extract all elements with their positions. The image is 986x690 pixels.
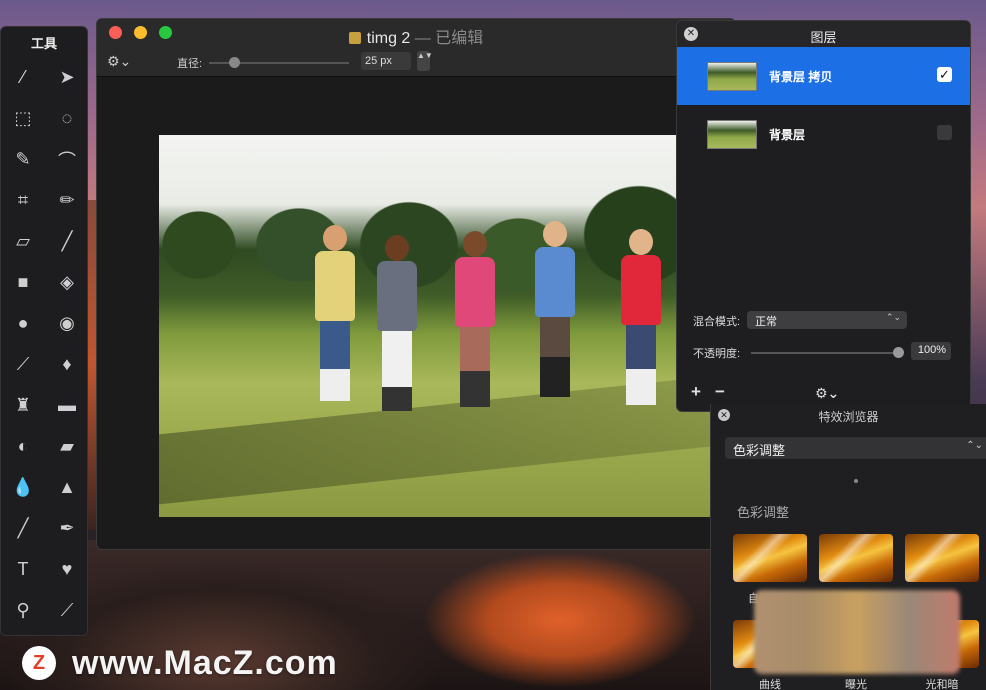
photo-child	[529, 221, 581, 397]
paint-bucket-icon[interactable]: ◈	[45, 262, 89, 303]
effect-label: 光和暗	[925, 679, 959, 690]
eraser-2-icon[interactable]: ▰	[45, 426, 89, 467]
red-eye-icon[interactable]: ◐	[1, 426, 45, 467]
photo-child	[615, 229, 667, 405]
blend-mode-label: 混合模式:	[693, 316, 741, 328]
crop-icon[interactable]: ⌗	[1, 180, 45, 221]
document-name: timg 2	[366, 30, 411, 47]
text-icon[interactable]: T	[1, 549, 45, 590]
window-titlebar[interactable]: timg 2 — 已编辑	[97, 19, 735, 47]
remove-layer-button[interactable]: −	[715, 382, 725, 402]
select-arrows-icon: ⌃⌄	[885, 312, 901, 322]
photo-child	[309, 225, 361, 401]
blend-mode-select[interactable]: 正常 ⌃⌄	[747, 311, 907, 329]
opacity-slider-knob[interactable]	[893, 347, 904, 358]
eraser-icon[interactable]: ▱	[1, 221, 45, 262]
effect-label: 曲线	[759, 679, 781, 690]
effects-category-value: 色彩调整	[733, 443, 786, 458]
layer-name: 背景层 拷贝	[769, 70, 833, 84]
arrow-select-icon[interactable]: ➤	[45, 57, 89, 98]
opacity-label: 不透明度:	[693, 348, 741, 360]
document-icon	[348, 32, 361, 44]
watermark: Z www.MacZ.com	[22, 643, 338, 682]
diameter-stepper[interactable]: ▲▼	[417, 51, 433, 71]
add-layer-button[interactable]: +	[691, 382, 701, 402]
photo-child	[371, 235, 423, 411]
pencil-icon[interactable]: ✏	[45, 180, 89, 221]
layers-panel: ✕ 图层 背景层 拷贝 ✓ 背景层 混合模式: 正常 ⌃⌄ 不透明度: 100%…	[676, 20, 971, 412]
window-title: timg 2 — 已编辑	[97, 24, 735, 48]
layer-row-background-copy[interactable]: 背景层 拷贝 ✓	[677, 47, 970, 105]
tools-palette-title: 工具	[30, 36, 57, 51]
canvas-area[interactable]	[97, 77, 735, 549]
blur-drop-icon[interactable]: 💧	[1, 467, 45, 508]
tools-palette: 工具 ⁄ ➤ ⬚ ◌ ✎ ⌒ ⌗ ✏ ▱ ╱ ■ ◈ ● ◉ ⟋ ♦ ♜ ▬ ◐ ▰ 💧 ▲ ╱ ✒ T ♥ ⚲ ⟋	[0, 26, 88, 636]
lasso-icon[interactable]: ⌒	[45, 139, 89, 180]
effect-label: 曝光	[845, 679, 867, 690]
rectangle-shape-icon[interactable]: ■	[1, 262, 45, 303]
layer-thumbnail	[707, 120, 757, 149]
effect-thumbnail	[733, 534, 807, 582]
page-indicator-dot	[854, 479, 858, 483]
zoom-icon[interactable]: ⚲	[1, 590, 45, 631]
sharpen-icon[interactable]: ▲	[45, 467, 89, 508]
freeform-pen-icon[interactable]: ✒	[45, 508, 89, 549]
heart-shape-icon[interactable]: ♥	[45, 549, 89, 590]
brush-icon[interactable]: ╱	[45, 221, 89, 262]
effect-thumbnail	[819, 534, 893, 582]
burn-icon[interactable]: ♦	[45, 344, 89, 385]
gradient-icon[interactable]: ●	[1, 303, 45, 344]
macz-logo-icon: Z	[22, 646, 56, 680]
rect-select-icon[interactable]: ⬚	[1, 98, 45, 139]
pen-icon[interactable]: ╱	[1, 508, 45, 549]
layer-row-background[interactable]: 背景层	[677, 105, 970, 163]
opacity-value-field[interactable]: 100%	[911, 342, 951, 360]
color-picker-icon[interactable]: ◉	[45, 303, 89, 344]
watermark-text: www.MacZ.com	[72, 643, 338, 682]
layer-visibility-checkbox[interactable]	[937, 125, 952, 140]
opacity-slider[interactable]	[751, 352, 901, 354]
smudge-icon[interactable]: ⟋	[1, 344, 45, 385]
redaction-blur	[754, 590, 960, 674]
layer-thumbnail	[707, 62, 757, 91]
layer-visibility-checkbox[interactable]: ✓	[937, 67, 952, 82]
heal-bandage-icon[interactable]: ▬	[45, 385, 89, 426]
tool-options-bar: ⚙⌄ 直径: 25 px ▲▼	[97, 47, 735, 77]
tool-grid: ⁄ ➤ ⬚ ◌ ✎ ⌒ ⌗ ✏ ▱ ╱ ■ ◈ ● ◉ ⟋ ♦ ♜ ▬ ◐ ▰ 💧 ▲ ╱ ✒ T ♥ ⚲ ⟋	[1, 57, 87, 631]
effects-section-label: 色彩调整	[737, 505, 790, 520]
eyedropper-icon[interactable]: ⟋	[45, 590, 89, 631]
clone-stamp-icon[interactable]: ♜	[1, 385, 45, 426]
blend-mode-value: 正常	[755, 316, 777, 328]
canvas-photo[interactable]	[159, 135, 719, 517]
edited-status: — 已编辑	[414, 30, 484, 47]
magic-wand-icon[interactable]: ⁄	[1, 57, 45, 98]
select-arrows-icon: ⌃⌄	[966, 440, 983, 451]
magic-brush-icon[interactable]: ✎	[1, 139, 45, 180]
diameter-label: 直径:	[177, 58, 203, 70]
gear-menu-icon[interactable]: ⚙⌄	[107, 53, 131, 70]
ellipse-select-icon[interactable]: ◌	[45, 98, 89, 139]
effects-browser-title: 特效浏览器	[818, 410, 879, 424]
layers-panel-titlebar: ✕ 图层	[677, 21, 970, 47]
diameter-slider-knob[interactable]	[229, 57, 240, 68]
document-window: timg 2 — 已编辑 ⚙⌄ 直径: 25 px ▲▼	[96, 18, 736, 550]
layers-panel-title: 图层	[810, 30, 837, 45]
effects-category-select[interactable]: 色彩调整 ⌃⌄	[725, 437, 986, 459]
effect-thumbnail	[905, 534, 979, 582]
diameter-size-field[interactable]: 25 px	[361, 52, 411, 70]
layer-name: 背景层	[769, 128, 806, 142]
photo-child	[449, 231, 501, 407]
layers-gear-menu-icon[interactable]: ⚙⌄	[815, 385, 839, 402]
close-icon[interactable]: ✕	[684, 27, 698, 41]
